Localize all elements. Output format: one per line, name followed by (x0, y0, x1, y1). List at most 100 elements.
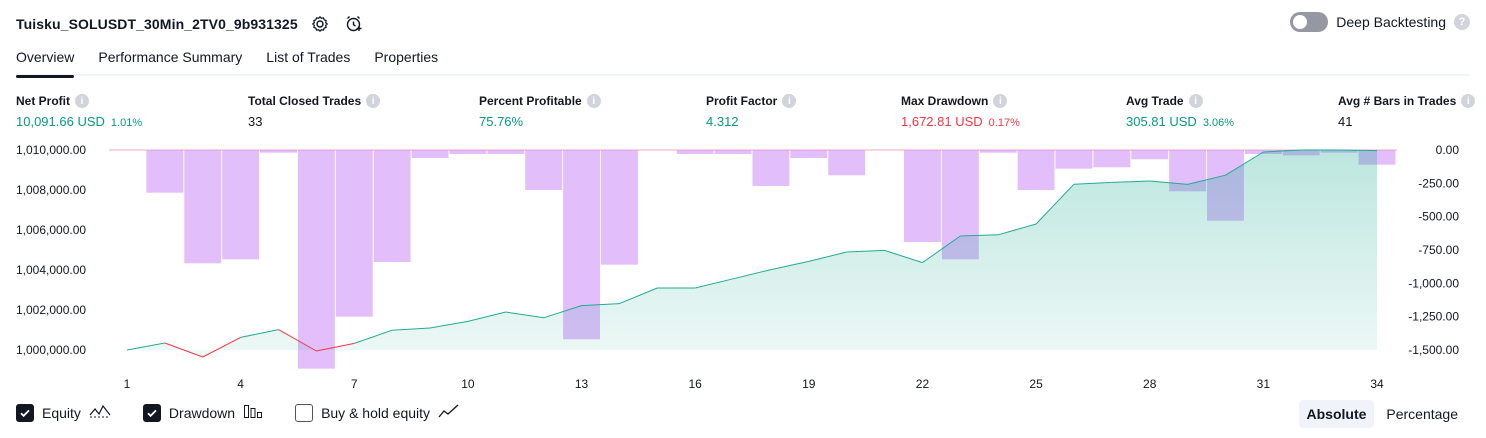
deep-backtesting-toggle[interactable] (1290, 12, 1329, 32)
info-icon[interactable]: i (586, 94, 601, 108)
legend-drawdown[interactable]: Drawdown (142, 403, 263, 422)
x-axis-tick: 4 (237, 377, 244, 391)
metric-percent: 0.17% (988, 117, 1020, 129)
report-tabs: Overview Performance Summary List of Tra… (16, 46, 1470, 78)
legend-buy-hold[interactable]: Buy & hold equity (295, 403, 460, 422)
mode-percentage-button[interactable]: Percentage (1378, 400, 1466, 428)
buy-hold-checkbox[interactable] (295, 403, 314, 422)
drawdown-bar (676, 150, 714, 154)
x-axis-tick: 22 (916, 377, 930, 391)
drawdown-bar (1131, 150, 1169, 160)
left-axis-tick: 1,002,000.00 (16, 303, 86, 317)
toggle-knob (1293, 15, 1308, 29)
settings-gear-icon[interactable] (308, 12, 332, 36)
add-alert-clock-icon[interactable] (342, 12, 366, 36)
metric-label: Total Closed Trades (248, 94, 362, 108)
metric-label: Percent Profitable (479, 94, 582, 108)
x-axis-tick: 7 (351, 377, 358, 391)
tab-properties[interactable]: Properties (374, 46, 438, 76)
drawdown-bar (1093, 150, 1131, 168)
drawdown-bar (373, 150, 411, 262)
info-icon[interactable]: i (993, 94, 1008, 108)
drawdown-bar (184, 150, 222, 264)
drawdown-bar (411, 150, 449, 158)
metric-value: 75.76% (479, 114, 524, 129)
right-axis-tick: -500.00 (1418, 210, 1459, 224)
metric-percent: 1.01% (110, 117, 143, 129)
metric-avg-trade: Avg Trade i 305.81 USD 3.06% (1126, 93, 1234, 129)
help-icon[interactable]: ? (1454, 14, 1470, 30)
drawdown-bar (1017, 150, 1055, 190)
legend-equity-label: Equity (42, 404, 81, 421)
equity-line-segment (1339, 149, 1378, 152)
drawdown-bar (487, 150, 525, 154)
info-icon[interactable]: i (366, 94, 381, 108)
tab-performance-summary[interactable]: Performance Summary (98, 46, 242, 76)
metric-percent: 3.06% (1202, 117, 1235, 129)
right-axis-tick: 0.00 (1436, 143, 1460, 157)
metric-value: 10,091.66 USD (16, 114, 105, 129)
report-header: Tuisku_SOLUSDT_30Min_2TV0_9b931325 (16, 10, 366, 38)
left-axis-tick: 1,004,000.00 (16, 263, 86, 277)
tab-list-of-trades[interactable]: List of Trades (266, 46, 350, 76)
info-icon[interactable]: i (1461, 94, 1476, 108)
x-axis-tick: 28 (1143, 377, 1157, 391)
drawdown-checkbox[interactable] (142, 403, 161, 422)
drawdown-bar (979, 150, 1017, 153)
drawdown-bar (1055, 150, 1093, 169)
buy-hold-line-icon (438, 403, 460, 422)
equity-checkbox[interactable] (16, 403, 34, 422)
x-axis-tick: 34 (1370, 377, 1384, 391)
metric-avg-bars: Avg # Bars in Trades i 41 (1338, 93, 1476, 129)
metric-label: Avg # Bars in Trades (1338, 94, 1457, 108)
info-icon[interactable]: i (782, 94, 797, 108)
left-axis-tick: 1,000,000.00 (16, 343, 86, 357)
legend-equity[interactable]: Equity (16, 403, 111, 422)
metric-value: 33 (248, 114, 263, 129)
drawdown-bar (752, 150, 790, 186)
deep-backtesting-control: Deep Backtesting ? (1290, 12, 1470, 32)
x-axis-tick: 31 (1257, 377, 1271, 391)
drawdown-bar (714, 150, 752, 154)
left-axis-tick: 1,010,000.00 (16, 143, 86, 157)
right-axis-tick: -1,500.00 (1408, 343, 1459, 357)
right-axis-tick: -1,000.00 (1408, 276, 1459, 290)
info-icon[interactable]: i (1188, 94, 1203, 108)
drawdown-bar (449, 150, 487, 154)
drawdown-bar (828, 150, 866, 176)
x-axis-tick: 16 (689, 377, 703, 391)
legend-buy-hold-label: Buy & hold equity (321, 404, 431, 421)
metric-value: 4.312 (706, 114, 739, 129)
value-mode-switch: Absolute Percentage (1298, 400, 1467, 428)
chart-legend: Equity Drawdown Buy & hold equity (16, 403, 460, 422)
x-axis-tick: 1 (124, 377, 131, 391)
strategy-title: Tuisku_SOLUSDT_30Min_2TV0_9b931325 (16, 16, 298, 32)
info-icon[interactable]: i (75, 94, 89, 108)
drawdown-bars-icon (243, 403, 263, 422)
x-axis-tick: 25 (1029, 377, 1043, 391)
metric-label: Profit Factor (706, 94, 778, 108)
left-axis-tick: 1,006,000.00 (16, 223, 86, 237)
drawdown-bar (260, 150, 297, 153)
metric-value: 1,672.81 USD (901, 114, 983, 129)
tab-overview[interactable]: Overview (16, 46, 75, 78)
deep-backtesting-label: Deep Backtesting (1336, 14, 1446, 30)
equity-line-icon (89, 403, 111, 422)
legend-drawdown-label: Drawdown (168, 404, 236, 421)
drawdown-bar (525, 150, 563, 190)
right-axis-tick: -1,250.00 (1408, 310, 1459, 324)
mode-absolute-button[interactable]: Absolute (1298, 400, 1375, 428)
metric-total-closed-trades: Total Closed Trades i 33 (248, 93, 381, 129)
right-axis-tick: -750.00 (1418, 243, 1459, 257)
drawdown-bar (335, 150, 373, 317)
equity-drawdown-chart[interactable]: 1,010,000.00 1,008,000.00 1,006,000.00 1,00… (0, 138, 1486, 396)
left-axis-tick: 1,008,000.00 (16, 183, 86, 197)
right-axis-tick: -250.00 (1418, 176, 1459, 190)
metric-value: 41 (1338, 114, 1353, 129)
drawdown-bar (904, 150, 941, 242)
x-axis-tick: 10 (461, 377, 475, 391)
drawdown-bar (146, 150, 184, 193)
drawdown-bar (297, 150, 335, 369)
x-axis-tick: 19 (802, 377, 816, 391)
drawdown-bar (222, 150, 260, 260)
